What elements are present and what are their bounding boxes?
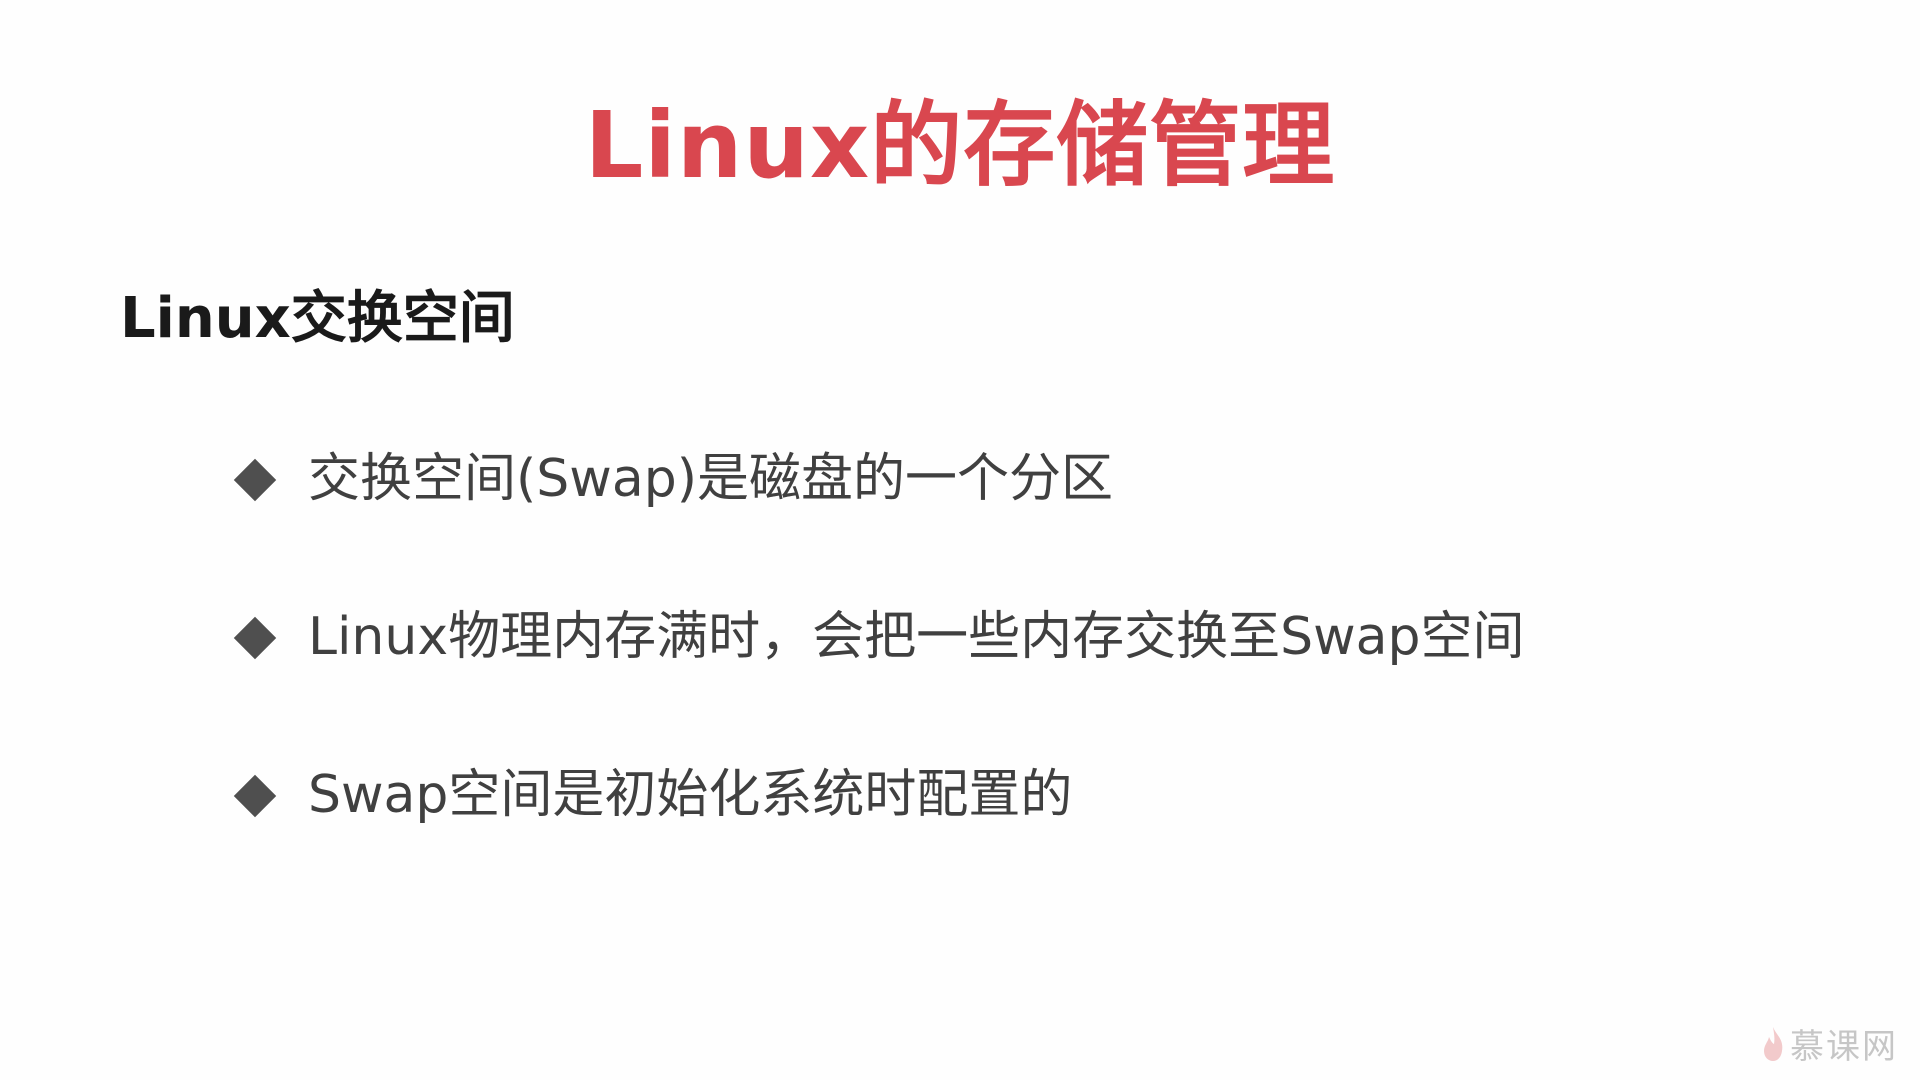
watermark-logo: 慕课网 — [1760, 1019, 1898, 1068]
list-item: Swap空间是初始化系统时配置的 — [232, 761, 1525, 831]
list-item: Linux物理内存满时，会把一些内存交换至Swap空间 — [232, 603, 1525, 673]
watermark-text: 慕课网 — [1790, 1027, 1898, 1067]
flame-logo-icon — [1764, 1026, 1783, 1061]
bullet-text: Linux物理内存满时，会把一些内存交换至Swap空间 — [308, 607, 1525, 668]
section-heading: Linux交换空间 — [120, 286, 515, 351]
diamond-bullet-icon — [233, 616, 277, 660]
bullet-text: 交换空间(Swap)是磁盘的一个分区 — [308, 449, 1113, 510]
bullet-text: Swap空间是初始化系统时配置的 — [308, 765, 1073, 826]
list-item: 交换空间(Swap)是磁盘的一个分区 — [232, 445, 1525, 515]
diamond-bullet-icon — [233, 458, 277, 502]
bullet-list: 交换空间(Swap)是磁盘的一个分区 Linux物理内存满时，会把一些内存交换至… — [232, 445, 1525, 919]
slide-title: Linux的存储管理 — [584, 92, 1336, 199]
diamond-bullet-icon — [233, 774, 277, 818]
slide: Linux的存储管理 Linux交换空间 交换空间(Swap)是磁盘的一个分区 … — [0, 0, 1920, 1080]
